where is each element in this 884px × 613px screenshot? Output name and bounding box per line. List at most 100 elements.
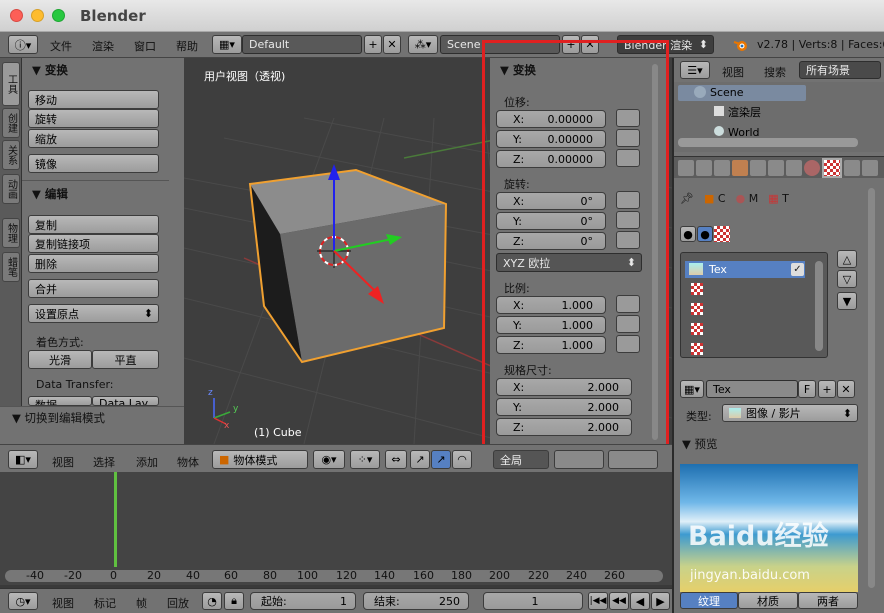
jump-start-button[interactable]: |◀◀ [588, 592, 608, 610]
outliner-menu-view[interactable]: 视图 [722, 64, 744, 80]
both-preview-tab[interactable]: 两者 [798, 592, 858, 609]
end-frame-field[interactable]: 结束: 250 [363, 592, 469, 610]
tab-create[interactable]: 创建 [2, 108, 20, 138]
outliner-menu-search[interactable]: 搜索 [764, 64, 786, 80]
lock-range-icon[interactable]: 🔒︎ [224, 592, 244, 610]
manipulator-toggle-button[interactable]: ⇔ [385, 450, 407, 469]
pivot-point-button[interactable]: ⁘▾ [350, 450, 380, 469]
mirror-button[interactable]: 镜像 [28, 154, 159, 173]
material-preview-tab[interactable]: 材质 [738, 592, 798, 609]
menu-object[interactable]: 物体 [177, 454, 199, 470]
edit-section-header[interactable]: ▼ 编辑 [32, 186, 68, 202]
start-frame-field[interactable]: 起始: 1 [250, 592, 356, 610]
outliner-hscrollbar[interactable] [678, 138, 858, 147]
scale-button[interactable]: 缩放 [28, 129, 159, 148]
timeline-playhead[interactable] [114, 472, 117, 567]
current-frame-field[interactable]: 1 [483, 592, 583, 610]
menu-file[interactable]: 文件 [50, 38, 72, 54]
empty-slot-icon[interactable] [691, 343, 703, 355]
editor-type-button[interactable]: ⓘ▾ [8, 35, 38, 54]
menu-frame[interactable]: 帧 [136, 595, 147, 611]
close-window-button[interactable] [10, 9, 23, 22]
tab-tools[interactable]: 工具 [2, 62, 20, 106]
empty-slot-icon[interactable] [691, 303, 703, 315]
render-tab-icon[interactable] [678, 160, 694, 176]
manipulator-scale-button[interactable]: ◠ [452, 450, 472, 469]
data-transfer-layout-button[interactable]: Data Lay [92, 396, 159, 406]
menu-window[interactable]: 窗口 [134, 38, 156, 54]
particles-tab-icon[interactable] [844, 160, 860, 176]
interaction-mode-select[interactable]: ■ 物体模式 [212, 450, 308, 469]
menu-help[interactable]: 帮助 [176, 38, 198, 54]
transform-section-header[interactable]: ▼ 变换 [32, 62, 68, 78]
menu-view[interactable]: 视图 [52, 454, 74, 470]
join-button[interactable]: 合并 [28, 279, 159, 298]
toggle-edit-mode-header[interactable]: ▼ 切换到编辑模式 [12, 410, 105, 426]
breadcrumb-object[interactable]: ■ C [704, 192, 726, 205]
checkbox-icon[interactable]: ✓ [791, 263, 804, 276]
world-tab-icon[interactable] [714, 160, 730, 176]
texture-type-world-button[interactable]: ● [680, 226, 696, 242]
minimize-window-button[interactable] [31, 9, 44, 22]
preview-section-header[interactable]: ▼ 预览 [682, 436, 718, 452]
scene-icon-button[interactable]: ⁂▾ [408, 35, 438, 54]
scene-tab-icon[interactable] [696, 160, 712, 176]
layers-grid-2[interactable] [608, 450, 658, 469]
menu-marker[interactable]: 标记 [94, 595, 116, 611]
texture-type-select[interactable]: 图像 / 影片 ⬍ [722, 404, 858, 422]
texture-type-material-button[interactable]: ● [697, 226, 713, 242]
breadcrumb-material[interactable]: ● M [736, 192, 759, 205]
tab-physics[interactable]: 物理 [2, 218, 20, 248]
data-tab-icon[interactable] [786, 160, 802, 176]
material-tab-icon[interactable] [804, 160, 820, 176]
move-button[interactable]: 移动 [28, 90, 159, 109]
texture-name-field[interactable]: Tex [706, 380, 798, 398]
texture-browse-button[interactable]: ▦▾ [680, 380, 704, 398]
rotate-button[interactable]: 旋转 [28, 109, 159, 128]
layers-grid-1[interactable] [554, 450, 604, 469]
add-layout-button[interactable]: + [364, 35, 382, 54]
menu-select[interactable]: 选择 [93, 454, 115, 470]
delete-button[interactable]: 删除 [28, 254, 159, 273]
data-transfer-data-button[interactable]: 数据 [28, 396, 92, 406]
texture-tab-icon[interactable] [822, 158, 842, 178]
flat-shading-button[interactable]: 平直 [92, 350, 159, 369]
layout-name-field[interactable]: Default [242, 35, 362, 54]
maximize-window-button[interactable] [52, 9, 65, 22]
duplicate-button[interactable]: 复制 [28, 215, 159, 234]
outliner-row-renderlayer[interactable]: 渲染层 [714, 104, 761, 120]
object-tab-icon[interactable] [732, 160, 748, 176]
prev-keyframe-button[interactable]: ◀◀ [609, 592, 629, 610]
outliner-display-filter-select[interactable]: 所有场景 [799, 61, 881, 79]
transform-orientation-select[interactable]: 全局 [493, 450, 549, 469]
texture-preview-tab[interactable]: 纹理 [680, 592, 738, 609]
manipulator-rotate-button[interactable]: ↗ [431, 450, 451, 469]
timeline-ruler[interactable] [5, 570, 663, 582]
timeline-editor-type-button[interactable]: ◷▾ [8, 592, 38, 610]
tab-relations[interactable]: 关系 [2, 140, 20, 170]
menu-view[interactable]: 视图 [52, 595, 74, 611]
duplicate-linked-button[interactable]: 复制链接项 [28, 234, 159, 253]
menu-render[interactable]: 渲染 [92, 38, 114, 54]
move-slot-up-button[interactable]: △ [837, 250, 857, 268]
smooth-shading-button[interactable]: 光滑 [28, 350, 92, 369]
play-reverse-button[interactable]: ◀ [630, 592, 650, 610]
unlink-texture-button[interactable]: ✕ [837, 380, 855, 398]
texture-slot-list[interactable]: Tex ✓ [680, 252, 828, 358]
breadcrumb-texture[interactable]: ▦ T [768, 192, 789, 205]
slot-specials-button[interactable]: ▼ [837, 292, 857, 310]
texture-list-scrollbar[interactable] [815, 261, 823, 351]
tab-animation[interactable]: 动画 [2, 174, 20, 204]
new-texture-button[interactable]: + [818, 380, 836, 398]
texture-type-other-button[interactable] [714, 226, 730, 242]
tab-grease-pencil[interactable]: 蜡笔 [2, 252, 20, 282]
timeline-editor[interactable]: -40 -20 0 20 40 60 80 100 120 140 160 18… [0, 472, 672, 585]
constraints-tab-icon[interactable] [750, 160, 766, 176]
play-button[interactable]: ▶ [651, 592, 670, 610]
outliner-editor-type-button[interactable]: ☰▾ [680, 61, 710, 79]
fake-user-button[interactable]: F [798, 380, 816, 398]
3d-editor-type-button[interactable]: ◧▾ [8, 450, 38, 469]
menu-add[interactable]: 添加 [136, 454, 158, 470]
use-preview-range-button[interactable]: ◔ [202, 592, 222, 610]
set-origin-select[interactable]: 设置原点 ⬍ [28, 304, 159, 323]
